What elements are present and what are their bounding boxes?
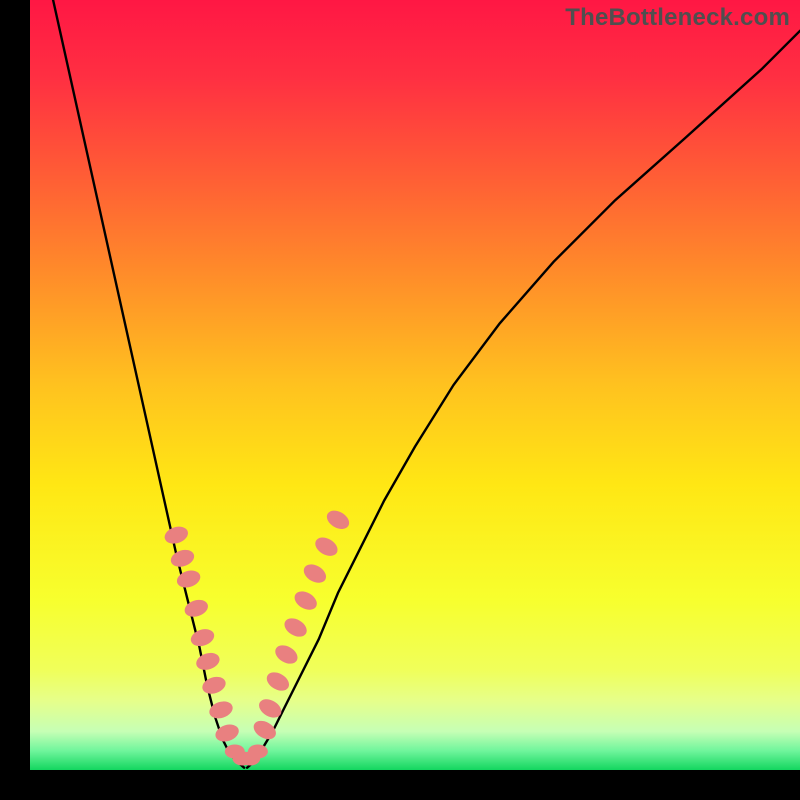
curves-layer bbox=[30, 0, 800, 770]
chart-frame: TheBottleneck.com bbox=[30, 0, 800, 770]
right-branch-line bbox=[247, 31, 800, 768]
bead-marker bbox=[264, 669, 293, 695]
bead-marker bbox=[250, 717, 279, 743]
left-branch-line bbox=[53, 0, 244, 768]
bead-marker bbox=[272, 642, 301, 668]
bead-marker bbox=[312, 534, 341, 560]
plot-area: TheBottleneck.com bbox=[30, 0, 800, 770]
bead-marker bbox=[169, 547, 197, 570]
bead-marker bbox=[281, 615, 310, 641]
bead-marker bbox=[200, 674, 228, 697]
bead-marker bbox=[189, 626, 217, 649]
bead-marker bbox=[324, 507, 353, 533]
bead-marker bbox=[194, 650, 222, 673]
bead-marker bbox=[291, 588, 320, 614]
bead-marker bbox=[162, 524, 190, 547]
bead-group bbox=[162, 507, 352, 766]
bead-marker bbox=[301, 561, 330, 587]
bead-marker bbox=[175, 568, 203, 591]
bead-marker bbox=[248, 745, 268, 759]
